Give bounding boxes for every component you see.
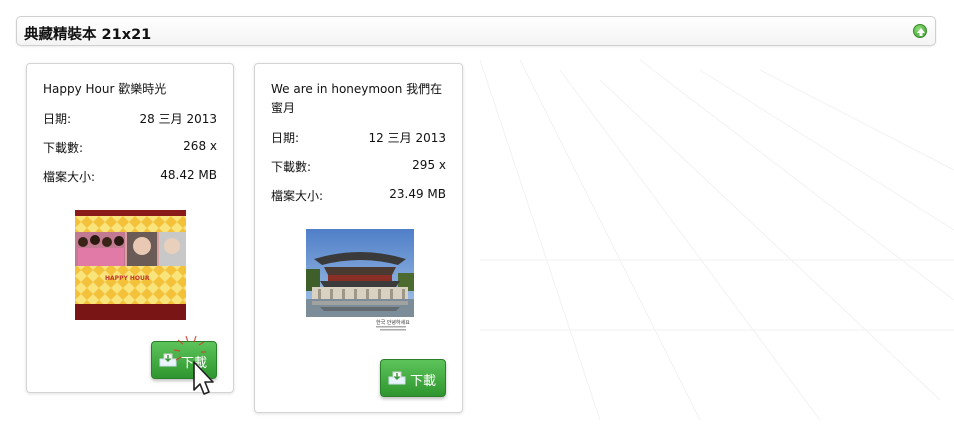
download-label: 下載 [181,356,208,371]
downloads-value: 268 x [183,139,217,153]
file-size-label: 檔案大小: [43,170,96,184]
section-title: 典藏精裝本 21x21 [24,27,152,43]
album-thumbnail[interactable]: HAPPY HOUR [75,210,186,320]
file-size-value: 23.49 MB [389,187,446,201]
download-icon [159,353,177,367]
download-button[interactable]: 下載 [151,341,217,379]
downloads-label: 下載數: [271,160,312,174]
section-header: 典藏精裝本 21x21 [16,16,936,46]
thumbnail-caption: 한국 안녕하세요 [376,319,410,326]
date-value: 12 三月 2013 [368,131,446,145]
thumbnail-text: HAPPY HOUR [105,275,150,282]
file-size-label: 檔案大小: [271,189,324,203]
date-label: 日期: [43,112,72,126]
download-label: 下載 [410,374,437,389]
album-title: Happy Hour 歡樂時光 [43,82,167,96]
album-card: Happy Hour 歡樂時光 日期: 28 三月 2013 下載數: 268 … [26,63,234,393]
chevron-up-icon [917,28,925,36]
album-card: We are in honeymoon 我們在 蜜月 日期: 12 三月 201… [254,63,463,413]
file-size-value: 48.42 MB [160,168,217,182]
album-thumbnail[interactable]: 한국 안녕하세요 [306,229,415,334]
downloads-value: 295 x [412,158,446,172]
collapse-button[interactable] [913,24,927,38]
downloads-label: 下載數: [43,141,84,155]
album-title-line-2: 蜜月 [271,101,296,115]
download-button[interactable]: 下載 [380,359,446,397]
download-icon [388,371,406,385]
album-title-line-1: We are in honeymoon 我們在 [271,82,443,96]
date-label: 日期: [271,131,300,145]
date-value: 28 三月 2013 [139,112,217,126]
